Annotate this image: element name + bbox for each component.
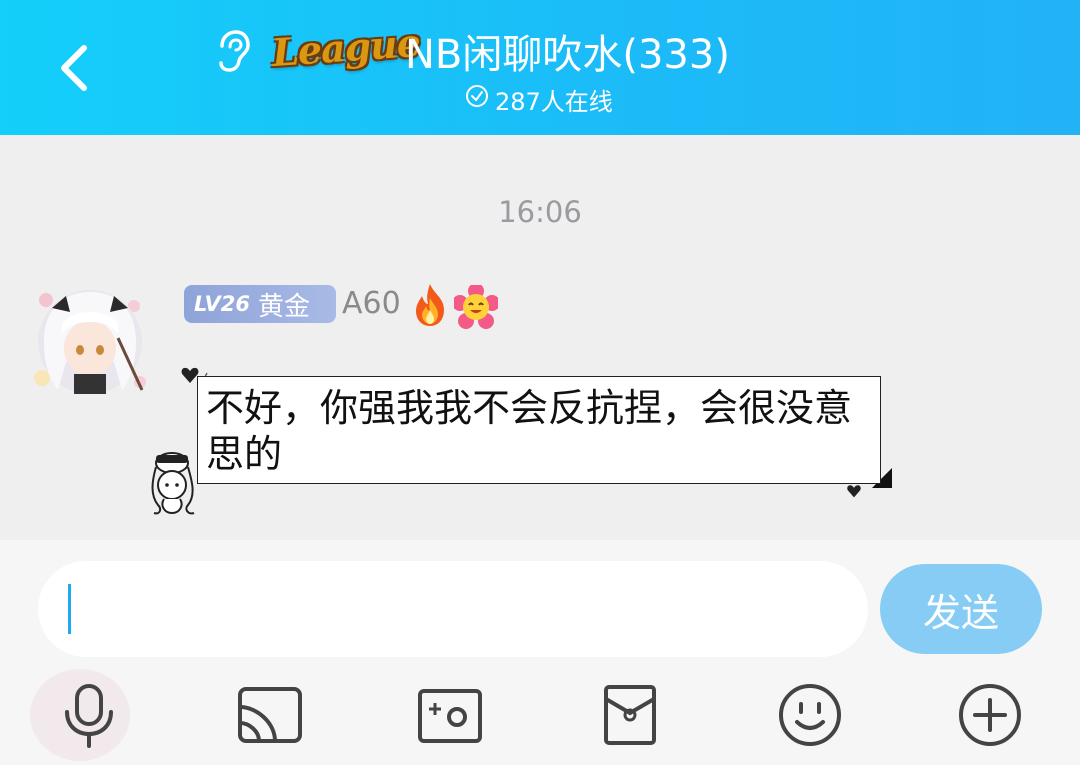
ear-icon[interactable] — [212, 28, 252, 74]
emoji-icon — [779, 684, 841, 746]
send-button[interactable]: 发送 — [880, 564, 1042, 654]
plus-icon — [959, 684, 1021, 746]
chat-header: League NB闲聊吹水(333) 287人在线 — [0, 0, 1080, 135]
avatar[interactable] — [22, 278, 157, 400]
back-arrow-icon[interactable] — [52, 40, 100, 96]
group-title[interactable]: NB闲聊吹水(333) — [405, 22, 730, 80]
heart-icon — [847, 485, 861, 498]
plus-button[interactable] — [945, 675, 1035, 755]
emoji-button[interactable] — [765, 675, 855, 755]
screen-cast-icon — [238, 687, 302, 743]
online-status: 287人在线 — [465, 84, 613, 116]
rank-title: 黄金 — [257, 291, 310, 322]
text-caret — [68, 584, 71, 634]
microphone-icon — [65, 684, 113, 748]
photo-icon — [418, 689, 482, 743]
online-count: 287人在线 — [495, 87, 613, 116]
sender-name[interactable]: A60 — [342, 285, 401, 323]
microphone-button[interactable] — [30, 669, 134, 761]
message-text: 不好，你强我我不会反抗捏，会很没意思的 — [206, 386, 853, 476]
message-bubble[interactable]: 不好，你强我我不会反抗捏，会很没意思的 — [197, 376, 881, 484]
level-text: LV26 — [194, 292, 250, 316]
message-input[interactable] — [38, 561, 868, 657]
message-list[interactable]: 16:06 LV26 黄金 A60 不好，你强我我不会反抗捏，会很没意思的 — [0, 135, 1080, 540]
league-logo: League — [270, 19, 422, 76]
level-badge: LV26 黄金 — [184, 285, 336, 323]
flower-emoji-icon — [452, 283, 500, 329]
red-packet-button[interactable] — [585, 675, 675, 755]
check-circle-icon — [465, 84, 489, 114]
fire-icon — [408, 282, 452, 328]
red-packet-icon — [604, 685, 656, 745]
input-bar: 发送 — [0, 540, 1080, 765]
message-timestamp: 16:06 — [498, 195, 582, 229]
photo-button[interactable] — [405, 675, 495, 755]
screen-cast-button[interactable] — [225, 675, 315, 755]
